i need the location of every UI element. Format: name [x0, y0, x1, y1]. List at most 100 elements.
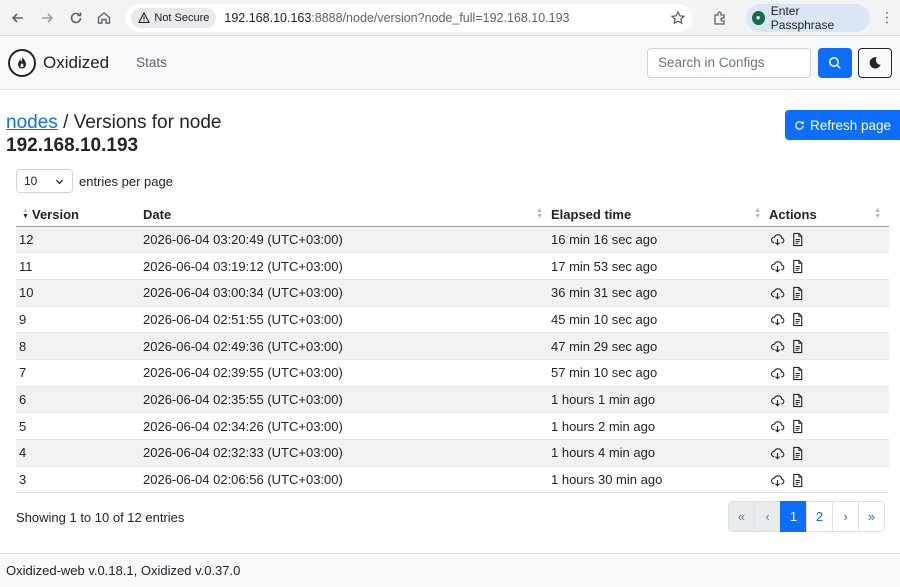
cell-date: 2026-06-04 02:06:56 (UTC+03:00) [143, 466, 551, 494]
cell-elapsed: 1 hours 30 min ago [551, 466, 769, 494]
url-text[interactable]: 192.168.10.163:8888/node/version?node_fu… [224, 11, 669, 25]
table-info: Showing 1 to 10 of 12 entries [16, 510, 185, 525]
forward-icon[interactable] [35, 6, 59, 30]
cell-actions [769, 439, 889, 467]
browser-toolbar: Not Secure 192.168.10.163:8888/node/vers… [0, 0, 900, 36]
extensions-icon[interactable] [708, 6, 732, 30]
cell-date: 2026-06-04 02:39:55 (UTC+03:00) [143, 359, 551, 387]
cell-elapsed: 36 min 31 sec ago [551, 279, 769, 307]
file-text-icon[interactable] [790, 473, 805, 488]
download-cloud-icon[interactable] [770, 259, 785, 274]
download-cloud-icon[interactable] [770, 419, 785, 434]
cell-actions [769, 226, 889, 254]
cell-elapsed: 57 min 10 sec ago [551, 359, 769, 387]
cell-elapsed: 17 min 53 sec ago [551, 252, 769, 280]
cell-version: 9 [16, 306, 143, 334]
search-button[interactable] [818, 47, 852, 78]
refresh-icon [795, 120, 804, 130]
download-cloud-icon[interactable] [770, 473, 785, 488]
reload-icon[interactable] [64, 6, 88, 30]
address-bar[interactable]: Not Secure 192.168.10.163:8888/node/vers… [125, 3, 692, 32]
cell-elapsed: 45 min 10 sec ago [551, 306, 769, 334]
file-text-icon[interactable] [790, 259, 805, 274]
cell-date: 2026-06-04 02:35:55 (UTC+03:00) [143, 386, 551, 414]
file-text-icon[interactable] [790, 286, 805, 301]
search-configs-input[interactable] [647, 47, 811, 78]
sort-icon: ▲ ▼ [874, 207, 881, 220]
cell-actions [769, 466, 889, 494]
cell-date: 2026-06-04 02:49:36 (UTC+03:00) [143, 332, 551, 360]
page-first-button[interactable]: « [728, 501, 755, 532]
footer: Oxidized-web v.0.18.1, Oxidized v.0.37.0 [0, 553, 900, 587]
download-cloud-icon[interactable] [770, 446, 785, 461]
cell-date: 2026-06-04 02:34:26 (UTC+03:00) [143, 412, 551, 440]
file-text-icon[interactable] [790, 446, 805, 461]
passphrase-label: Enter Passphrase [770, 3, 835, 32]
file-text-icon[interactable] [790, 366, 805, 381]
sort-icon: ▲ ▼ [754, 207, 761, 220]
page-next-button[interactable]: › [832, 501, 859, 532]
cell-date: 2026-06-04 02:51:55 (UTC+03:00) [143, 306, 551, 334]
column-header-date[interactable]: Date ▲ ▼ [143, 203, 551, 227]
node-name: 192.168.10.193 [6, 135, 139, 156]
table-row: 12 2026-06-04 03:20:49 (UTC+03:00) 16 min … [16, 226, 889, 254]
download-cloud-icon[interactable] [770, 393, 785, 408]
cell-version: 3 [16, 466, 143, 494]
bookmark-star-icon[interactable] [670, 9, 686, 26]
nav-stats-link[interactable]: Stats [136, 55, 167, 70]
table-row: 6 2026-06-04 02:35:55 (UTC+03:00) 1 hours … [16, 386, 889, 414]
download-cloud-icon[interactable] [770, 232, 785, 247]
table-row: 4 2026-06-04 02:32:33 (UTC+03:00) 1 hours … [16, 439, 889, 467]
warning-icon [138, 11, 151, 23]
theme-toggle-button[interactable] [858, 47, 892, 78]
page-2-button[interactable]: 2 [806, 501, 833, 532]
file-text-icon[interactable] [790, 339, 805, 354]
home-icon[interactable] [93, 6, 117, 30]
cell-elapsed: 1 hours 1 min ago [551, 386, 769, 414]
column-header-actions[interactable]: Actions ▲ ▼ [769, 203, 889, 227]
column-header-elapsed[interactable]: Elapsed time ▲ ▼ [551, 203, 769, 227]
page-last-button[interactable]: » [858, 501, 885, 532]
cell-date: 2026-06-04 03:00:34 (UTC+03:00) [143, 279, 551, 307]
sort-desc-icon: ▲ ▼ [22, 207, 29, 220]
download-cloud-icon[interactable] [770, 286, 785, 301]
cell-actions [769, 386, 889, 414]
file-text-icon[interactable] [790, 232, 805, 247]
search-icon [829, 56, 841, 69]
sort-icon: ▲ ▼ [536, 207, 543, 220]
security-label: Not Secure [154, 11, 210, 24]
cell-actions [769, 252, 889, 280]
file-text-icon[interactable] [790, 312, 805, 327]
cell-version: 4 [16, 439, 143, 467]
back-icon[interactable] [6, 6, 30, 30]
column-header-version[interactable]: ▲ ▼ Version [16, 203, 143, 227]
table-row: 3 2026-06-04 02:06:56 (UTC+03:00) 1 hours … [16, 466, 889, 494]
breadcrumb-nodes-link[interactable]: nodes [6, 112, 58, 133]
lock-icon: ● [751, 10, 765, 25]
cell-date: 2026-06-04 02:32:33 (UTC+03:00) [143, 439, 551, 467]
download-cloud-icon[interactable] [770, 339, 785, 354]
browser-menu-icon[interactable]: ⋮ [880, 9, 894, 26]
brand[interactable]: Oxidized [8, 48, 109, 77]
cell-actions [769, 359, 889, 387]
download-cloud-icon[interactable] [770, 312, 785, 327]
page-prev-button[interactable]: ‹ [754, 501, 781, 532]
cell-version: 6 [16, 386, 143, 414]
file-text-icon[interactable] [790, 393, 805, 408]
cell-elapsed: 1 hours 2 min ago [551, 412, 769, 440]
page-title: nodes / Versions for node 192.168.10.193 [6, 111, 222, 157]
app-navbar: Oxidized Stats [0, 36, 900, 90]
page-1-button[interactable]: 1 [780, 501, 807, 532]
cell-version: 8 [16, 332, 143, 360]
entries-per-page-select[interactable]: 10 [16, 169, 73, 193]
not-secure-badge[interactable]: Not Secure [131, 7, 217, 28]
refresh-page-button[interactable]: Refresh page [785, 110, 900, 140]
file-text-icon[interactable] [790, 419, 805, 434]
passphrase-extension-button[interactable]: ● Enter Passphrase [745, 3, 870, 32]
download-cloud-icon[interactable] [770, 366, 785, 381]
cell-actions [769, 332, 889, 360]
url-host: 192.168.10.163 [224, 10, 312, 25]
cell-version: 11 [16, 252, 143, 280]
cell-actions [769, 412, 889, 440]
cell-actions [769, 306, 889, 334]
